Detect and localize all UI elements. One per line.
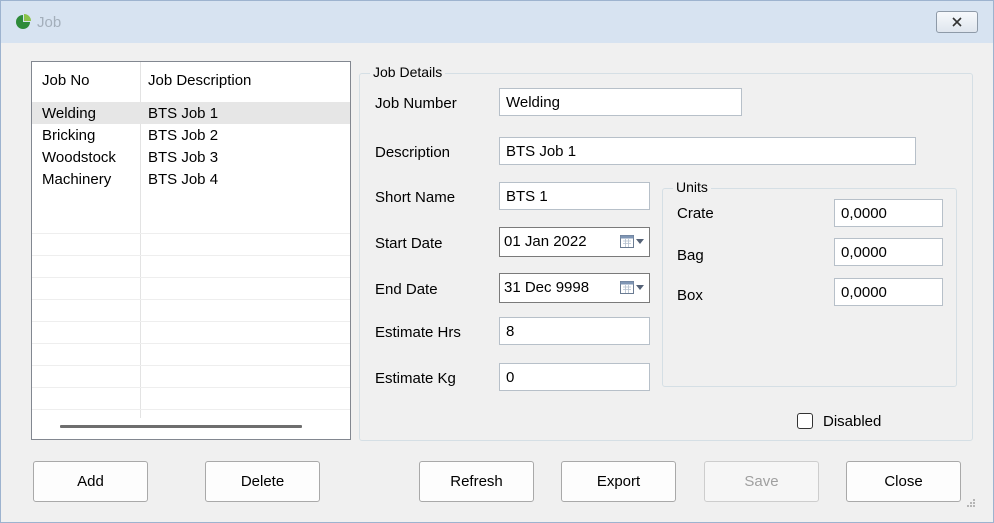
table-row[interactable]: Bricking BTS Job 2 (32, 124, 350, 146)
column-header-job-no[interactable]: Job No (42, 72, 90, 89)
grid-line (32, 233, 350, 234)
table-row[interactable]: Woodstock BTS Job 3 (32, 146, 350, 168)
disabled-checkbox[interactable] (797, 413, 813, 429)
grid-header: Job No Job Description (32, 62, 350, 100)
resize-grip-icon[interactable] (967, 499, 975, 507)
estimate-kg-input[interactable]: 0 (499, 363, 650, 391)
cell-job-description: BTS Job 3 (148, 149, 219, 166)
grid-line (32, 387, 350, 388)
calendar-icon (620, 235, 634, 248)
start-date-dropdown[interactable] (620, 235, 644, 248)
start-date-picker[interactable]: 01 Jan 2022 (499, 227, 650, 257)
cell-job-no: Welding (42, 105, 96, 122)
delete-button[interactable]: Delete (205, 461, 320, 502)
save-button: Save (704, 461, 819, 502)
bag-label: Bag (677, 247, 704, 264)
short-name-label: Short Name (375, 189, 456, 206)
grid-line (32, 343, 350, 344)
title-bar[interactable]: Job (1, 1, 993, 43)
cell-job-no: Machinery (42, 171, 112, 188)
export-button[interactable]: Export (561, 461, 676, 502)
column-header-job-description[interactable]: Job Description (148, 72, 251, 89)
bag-input[interactable]: 0,0000 (834, 238, 943, 266)
grid-line (32, 277, 350, 278)
window-close-button[interactable] (936, 11, 978, 33)
job-details-legend: Job Details (370, 64, 446, 80)
close-icon (952, 17, 962, 27)
start-date-label: Start Date (375, 235, 443, 252)
cell-job-description: BTS Job 4 (148, 171, 219, 188)
grid-line (32, 255, 350, 256)
short-name-input[interactable]: BTS 1 (499, 182, 650, 210)
refresh-button[interactable]: Refresh (419, 461, 534, 502)
add-button[interactable]: Add (33, 461, 148, 502)
cell-job-description: BTS Job 1 (148, 105, 219, 122)
cell-job-no: Woodstock (42, 149, 116, 166)
client-area: Job No Job Description Welding BTS Job 1… (7, 43, 987, 515)
end-date-picker[interactable]: 31 Dec 9998 (499, 273, 650, 303)
horizontal-scrollbar[interactable] (60, 425, 302, 428)
estimate-kg-label: Estimate Kg (375, 370, 456, 387)
calendar-icon (620, 281, 634, 294)
grid-line (32, 299, 350, 300)
pie-chart-icon (16, 14, 31, 29)
estimate-hrs-label: Estimate Hrs (375, 324, 461, 341)
table-row[interactable]: Machinery BTS Job 4 (32, 168, 350, 190)
box-label: Box (677, 287, 703, 304)
cell-job-no: Bricking (42, 127, 96, 144)
disabled-label[interactable]: Disabled (823, 413, 881, 430)
grid-line (32, 409, 350, 410)
close-button[interactable]: Close (846, 461, 961, 502)
job-window: Job Job No Job Description Welding BTS J… (0, 0, 994, 523)
estimate-hrs-input[interactable]: 8 (499, 317, 650, 345)
job-number-label: Job Number (375, 95, 457, 112)
grid-line (32, 321, 350, 322)
end-date-label: End Date (375, 281, 438, 298)
end-date-value: 31 Dec 9998 (504, 279, 590, 296)
job-number-input[interactable]: Welding (499, 88, 742, 116)
crate-input[interactable]: 0,0000 (834, 199, 943, 227)
description-label: Description (375, 144, 451, 161)
grid-line (32, 365, 350, 366)
cell-job-description: BTS Job 2 (148, 127, 219, 144)
end-date-dropdown[interactable] (620, 281, 644, 294)
units-legend: Units (673, 179, 711, 195)
chevron-down-icon (636, 285, 644, 290)
window-title: Job (37, 14, 62, 31)
crate-label: Crate (677, 205, 714, 222)
box-input[interactable]: 0,0000 (834, 278, 943, 306)
start-date-value: 01 Jan 2022 (504, 233, 587, 250)
description-input[interactable]: BTS Job 1 (499, 137, 916, 165)
job-list-grid[interactable]: Job No Job Description Welding BTS Job 1… (31, 61, 351, 440)
chevron-down-icon (636, 239, 644, 244)
table-row[interactable]: Welding BTS Job 1 (32, 102, 350, 124)
